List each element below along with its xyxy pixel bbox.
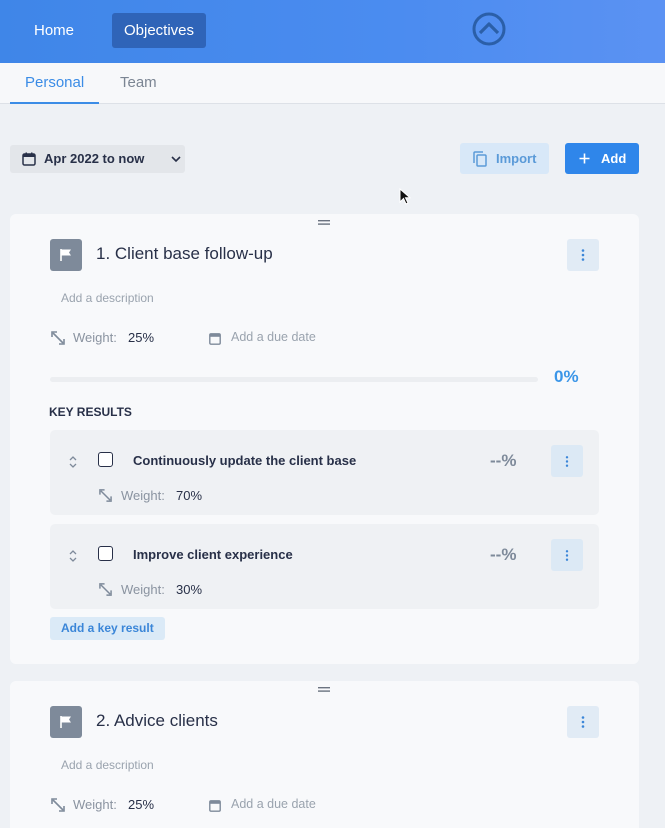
- due-date-placeholder[interactable]: Add a due date: [231, 330, 316, 344]
- date-range-filter[interactable]: Apr 2022 to now: [10, 145, 185, 173]
- weight-value[interactable]: 25%: [128, 330, 154, 345]
- add-key-result-button[interactable]: Add a key result: [50, 617, 165, 640]
- description-placeholder[interactable]: Add a description: [61, 291, 154, 305]
- objective-progress-bar: [50, 377, 538, 382]
- nav-objectives[interactable]: Objectives: [112, 13, 207, 48]
- top-navbar: Home Objectives: [0, 0, 665, 63]
- app-logo-icon[interactable]: [471, 11, 507, 47]
- description-placeholder[interactable]: Add a description: [61, 758, 154, 772]
- objective-flag: [50, 239, 82, 271]
- add-label: Add: [601, 151, 627, 166]
- objective-card: 1. Client base follow-up Add a descripti…: [10, 214, 639, 664]
- key-result-menu-button[interactable]: [551, 445, 583, 477]
- objective-flag: [50, 706, 82, 738]
- key-result-checkbox[interactable]: [98, 546, 113, 561]
- resize-arrows-icon: [51, 331, 65, 345]
- resize-arrows-icon: [51, 798, 65, 812]
- nav-home[interactable]: Home: [22, 13, 86, 48]
- calendar-icon: [209, 333, 221, 345]
- resize-arrows-icon: [99, 583, 112, 596]
- key-result-item: Continuously update the client base --% …: [50, 430, 599, 515]
- more-vertical-icon: [565, 550, 569, 561]
- key-result-title[interactable]: Continuously update the client base: [133, 453, 356, 468]
- objective-title[interactable]: 2. Advice clients: [96, 711, 218, 731]
- plus-icon: [579, 153, 590, 164]
- sort-handle-icon[interactable]: [69, 456, 77, 468]
- chevron-down-icon: [171, 156, 181, 163]
- key-result-progress: --%: [490, 451, 517, 470]
- mouse-cursor-icon: [399, 188, 411, 205]
- key-result-weight-label: Weight:: [121, 488, 165, 503]
- key-result-menu-button[interactable]: [551, 539, 583, 571]
- flag-icon: [60, 249, 71, 261]
- objective-menu-button[interactable]: [567, 706, 599, 738]
- weight-value[interactable]: 25%: [128, 797, 154, 812]
- key-result-weight-label: Weight:: [121, 582, 165, 597]
- import-label: Import: [496, 151, 537, 166]
- drag-handle-icon[interactable]: [318, 687, 330, 692]
- flag-icon: [60, 716, 71, 728]
- calendar-icon: [22, 152, 36, 166]
- more-vertical-icon: [581, 716, 585, 728]
- weight-label: Weight:: [73, 797, 117, 812]
- objective-progress-value: 0%: [554, 367, 579, 386]
- key-result-checkbox[interactable]: [98, 452, 113, 467]
- calendar-icon: [209, 800, 221, 812]
- key-result-progress: --%: [490, 545, 517, 564]
- key-results-heading: KEY RESULTS: [49, 405, 132, 419]
- objective-card: 2. Advice clients Add a description Weig…: [10, 681, 639, 828]
- subtabs: Personal Team: [0, 63, 665, 104]
- drag-handle-icon[interactable]: [318, 220, 330, 225]
- date-range-label: Apr 2022 to now: [44, 151, 145, 166]
- copy-icon: [473, 151, 487, 167]
- import-button[interactable]: Import: [460, 143, 549, 174]
- tab-personal[interactable]: Personal: [10, 63, 100, 104]
- sort-handle-icon[interactable]: [69, 550, 77, 562]
- more-vertical-icon: [565, 456, 569, 467]
- key-result-title[interactable]: Improve client experience: [133, 547, 293, 562]
- key-result-item: Improve client experience --% Weight: 30…: [50, 524, 599, 609]
- tab-team[interactable]: Team: [105, 63, 172, 104]
- objective-title[interactable]: 1. Client base follow-up: [96, 244, 273, 264]
- objective-menu-button[interactable]: [567, 239, 599, 271]
- key-result-weight-value[interactable]: 70%: [176, 488, 202, 503]
- due-date-placeholder[interactable]: Add a due date: [231, 797, 316, 811]
- key-result-weight-value[interactable]: 30%: [176, 582, 202, 597]
- add-button[interactable]: Add: [565, 143, 639, 174]
- more-vertical-icon: [581, 249, 585, 261]
- weight-label: Weight:: [73, 330, 117, 345]
- resize-arrows-icon: [99, 489, 112, 502]
